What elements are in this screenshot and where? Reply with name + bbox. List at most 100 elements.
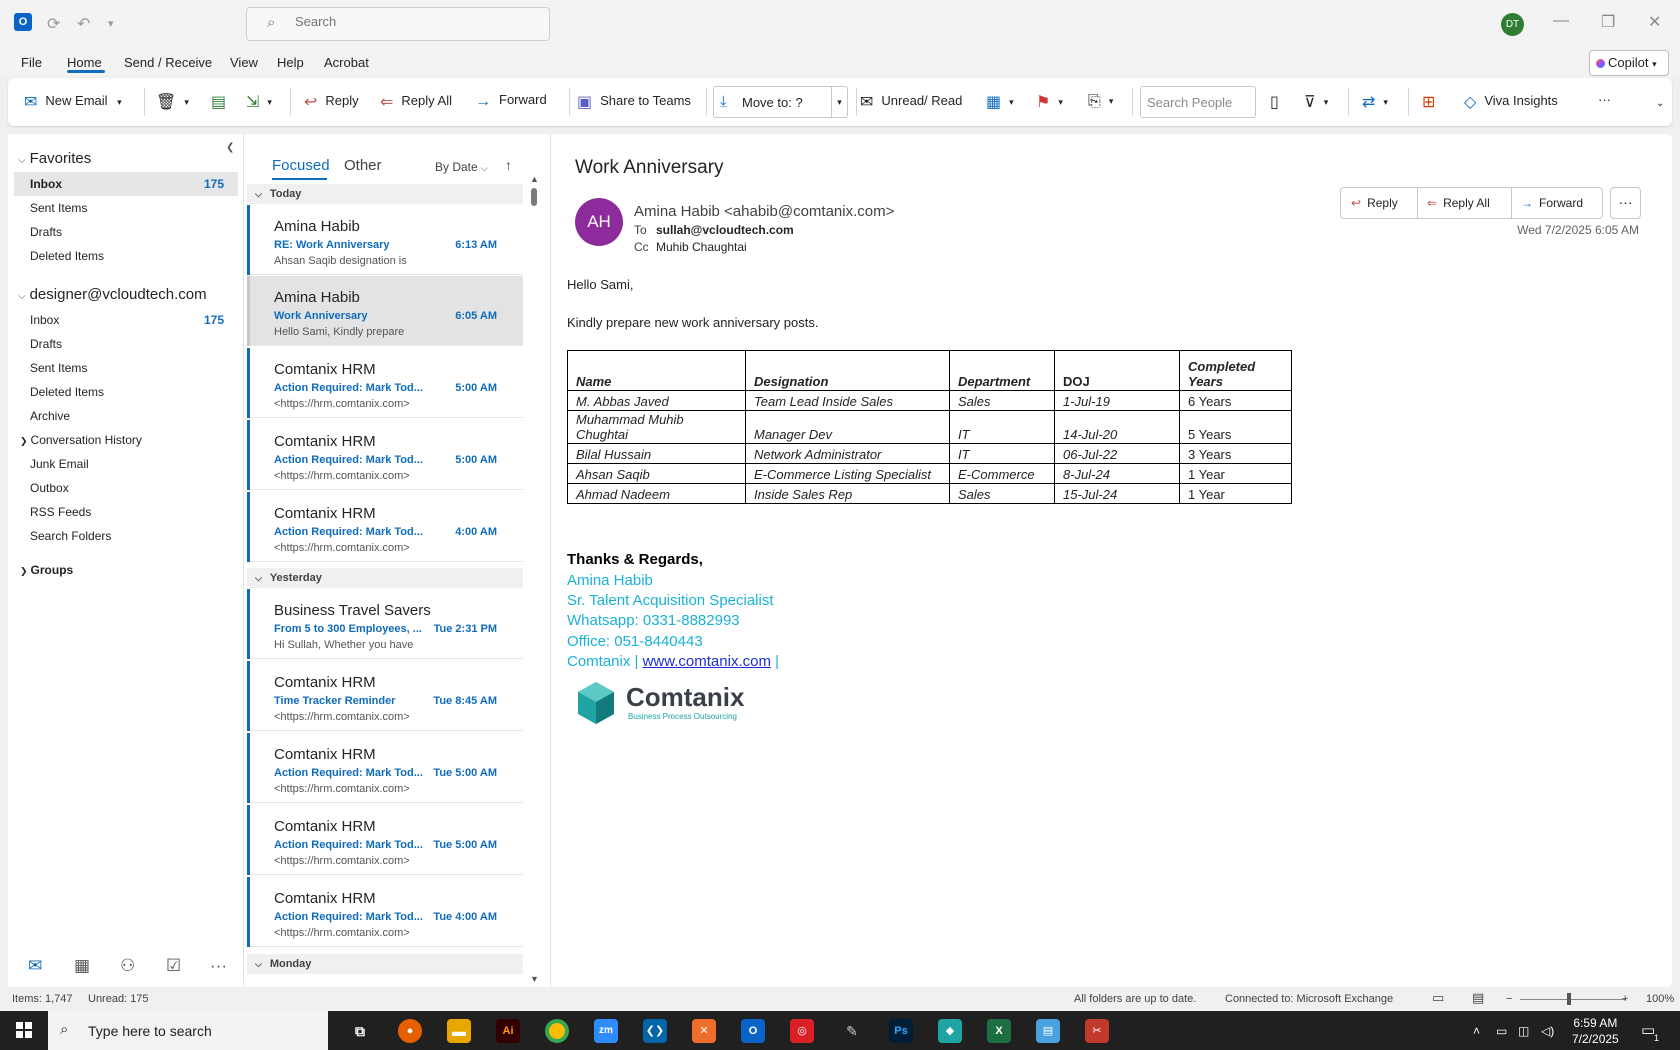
chrome-icon[interactable] xyxy=(545,1019,569,1043)
mail-reply-all-button[interactable]: ⇐ Reply All xyxy=(1427,188,1490,218)
apps-button[interactable]: ⊞ xyxy=(1422,92,1443,112)
menu-view[interactable]: View xyxy=(230,55,258,70)
flag-button[interactable]: ⚑ ▾ xyxy=(1036,92,1063,112)
more-options-icon[interactable]: ··· xyxy=(1598,92,1611,107)
taskbar-clock[interactable]: 6:59 AM 7/2/2025 xyxy=(1572,1015,1619,1047)
file-explorer-icon[interactable]: ▬ xyxy=(447,1019,471,1043)
list-item[interactable]: Comtanix HRM Action Required: Mark Tod...… xyxy=(247,492,523,562)
firefox-icon[interactable]: ● xyxy=(398,1019,422,1043)
to-recipient[interactable]: sullah@vcloudtech.com xyxy=(656,223,794,237)
windows-start-icon[interactable] xyxy=(16,1022,32,1038)
account-header[interactable]: ⌵ designer@vcloudtech.com xyxy=(18,286,207,303)
collapse-pane-icon[interactable]: ❮ xyxy=(226,142,234,153)
list-item[interactable]: Comtanix HRM Action Required: Mark Tod...… xyxy=(247,733,523,803)
tab-focused[interactable]: Focused xyxy=(272,157,330,174)
mail-icon[interactable]: ✉ xyxy=(28,956,42,976)
favorites-header[interactable]: ⌵ Favorites xyxy=(18,150,91,167)
chevron-down-icon[interactable]: ▾ xyxy=(831,87,847,117)
sort-by-date[interactable]: By Date ⌵ xyxy=(435,160,488,174)
ribbon-expand-icon[interactable]: ⌄ xyxy=(1656,98,1664,109)
folder-deleted-favorite[interactable]: Deleted Items xyxy=(14,244,238,268)
list-item[interactable]: Comtanix HRM Action Required: Mark Tod...… xyxy=(247,420,523,490)
minimize-icon[interactable]: — xyxy=(1553,12,1569,30)
sync-icon[interactable]: ⟳ xyxy=(47,14,60,34)
list-item[interactable]: Comtanix HRM Action Required: Mark Tod...… xyxy=(247,805,523,875)
outlook-taskbar-icon[interactable]: O xyxy=(741,1019,765,1043)
mail-forward-button[interactable]: → Forward xyxy=(1521,188,1583,218)
reply-button[interactable]: ↩ Reply xyxy=(304,92,359,112)
groups-header[interactable]: ❯ Groups xyxy=(14,558,238,582)
mail-more-options-icon[interactable]: ··· xyxy=(1610,187,1641,219)
zoom-slider-thumb[interactable] xyxy=(1567,993,1571,1005)
xampp-icon[interactable]: ✕ xyxy=(692,1019,716,1043)
unread-read-button[interactable]: ✉ Unread/ Read xyxy=(860,92,962,112)
pen-tool-icon[interactable]: ✎ xyxy=(840,1019,864,1043)
mail-reply-button[interactable]: ↩ Reply xyxy=(1351,188,1398,218)
search-input[interactable] xyxy=(295,14,535,29)
menu-file[interactable]: File xyxy=(21,55,42,70)
zoom-out-icon[interactable]: − xyxy=(1506,993,1512,1005)
move-button[interactable]: ⇲ ▾ xyxy=(246,92,272,112)
comtanix-app-icon[interactable]: ◆ xyxy=(938,1019,962,1043)
menu-help[interactable]: Help xyxy=(277,55,304,70)
vscode-icon[interactable]: ❮❯ xyxy=(643,1019,667,1043)
folder-archive[interactable]: Archive xyxy=(14,404,238,428)
zoom-level[interactable]: 100% xyxy=(1646,993,1674,1005)
filter-email-button[interactable]: ⊽ ▾ xyxy=(1304,92,1328,112)
sender-avatar[interactable]: AH xyxy=(575,198,623,246)
excel-icon[interactable]: X xyxy=(987,1019,1011,1043)
snipping-tool-icon[interactable]: ✂ xyxy=(1085,1019,1109,1043)
categorize-button[interactable]: ▦ ▾ xyxy=(986,92,1014,112)
reply-all-button[interactable]: ⇐ Reply All xyxy=(380,92,452,112)
company-website-link[interactable]: www.comtanix.com xyxy=(643,653,771,670)
more-apps-icon[interactable]: ··· xyxy=(210,956,227,976)
folder-sent-favorite[interactable]: Sent Items xyxy=(14,196,238,220)
creative-cloud-icon[interactable]: ◎ xyxy=(790,1019,814,1043)
folder-sent-items[interactable]: Sent Items xyxy=(14,356,238,380)
reading-view-icon[interactable]: ▤ xyxy=(1472,990,1484,1006)
folder-deleted-items[interactable]: Deleted Items xyxy=(14,380,238,404)
delete-button[interactable]: 🗑 ▾ xyxy=(156,92,189,112)
list-item[interactable]: Amina Habib Work Anniversary 6:05 AM Hello … xyxy=(247,276,523,346)
scroll-up-icon[interactable]: ▲ xyxy=(530,174,539,184)
translate-button[interactable]: ⇄ ▾ xyxy=(1362,92,1388,112)
folder-drafts-favorite[interactable]: Drafts xyxy=(14,220,238,244)
viva-insights-button[interactable]: ◇ Viva Insights xyxy=(1464,92,1558,112)
restore-icon[interactable]: ❐ xyxy=(1601,12,1615,32)
move-to-quickstep[interactable]: ⤓ Move to: ? ▾ xyxy=(713,86,848,118)
normal-view-icon[interactable]: ▭ xyxy=(1432,990,1444,1006)
new-email-button[interactable]: ✉ New Email ▾ xyxy=(24,92,122,112)
folder-junk-email[interactable]: Junk Email xyxy=(14,452,238,476)
scroll-down-icon[interactable]: ▼ xyxy=(530,974,539,984)
rules-button[interactable]: ⎘ ▾ xyxy=(1088,92,1113,111)
people-icon[interactable]: ⚇ xyxy=(120,956,135,976)
task-view-icon[interactable]: ⧉ xyxy=(348,1019,372,1043)
folder-drafts[interactable]: Drafts xyxy=(14,332,238,356)
illustrator-icon[interactable]: Ai xyxy=(496,1019,520,1043)
share-to-teams-button[interactable]: ▣ Share to Teams xyxy=(577,92,691,112)
group-header-yesterday[interactable]: ⌵ Yesterday xyxy=(247,568,523,588)
tab-other[interactable]: Other xyxy=(344,157,382,174)
copilot-button[interactable]: Copilot ▾ xyxy=(1589,50,1669,76)
zoom-in-icon[interactable]: + xyxy=(1622,993,1628,1005)
list-item[interactable]: Comtanix HRM Action Required: Mark Tod...… xyxy=(247,348,523,418)
network-icon[interactable]: ▭ xyxy=(1496,1024,1507,1038)
archive-button[interactable]: ▤ xyxy=(211,92,234,112)
sender-address[interactable]: Amina Habib <ahabib@comtanix.com> xyxy=(634,203,894,220)
user-avatar[interactable]: DT xyxy=(1501,13,1524,36)
wifi-icon[interactable]: ◫ xyxy=(1518,1024,1529,1038)
zoom-slider[interactable] xyxy=(1520,999,1626,1000)
taskbar-search[interactable]: ⌕ Type here to search xyxy=(48,1011,328,1050)
menu-acrobat[interactable]: Acrobat xyxy=(324,55,369,70)
scroll-thumb[interactable] xyxy=(531,188,537,206)
list-item[interactable]: Comtanix HRM Action Required: Mark Tod...… xyxy=(247,877,523,947)
list-item[interactable]: Business Travel Savers From 5 to 300 Empl… xyxy=(247,589,523,659)
cc-recipient[interactable]: Muhib Chaughtai xyxy=(656,240,747,254)
calendar-icon[interactable]: ▦ xyxy=(74,956,90,976)
undo-icon[interactable]: ↶ xyxy=(77,14,90,34)
customize-icon[interactable]: ▾ xyxy=(108,17,114,30)
group-header-monday[interactable]: ⌵ Monday xyxy=(247,954,523,974)
volume-icon[interactable]: ◁) xyxy=(1541,1024,1554,1038)
folder-search-folders[interactable]: Search Folders xyxy=(14,524,238,548)
tasks-icon[interactable]: ☑ xyxy=(166,956,181,976)
